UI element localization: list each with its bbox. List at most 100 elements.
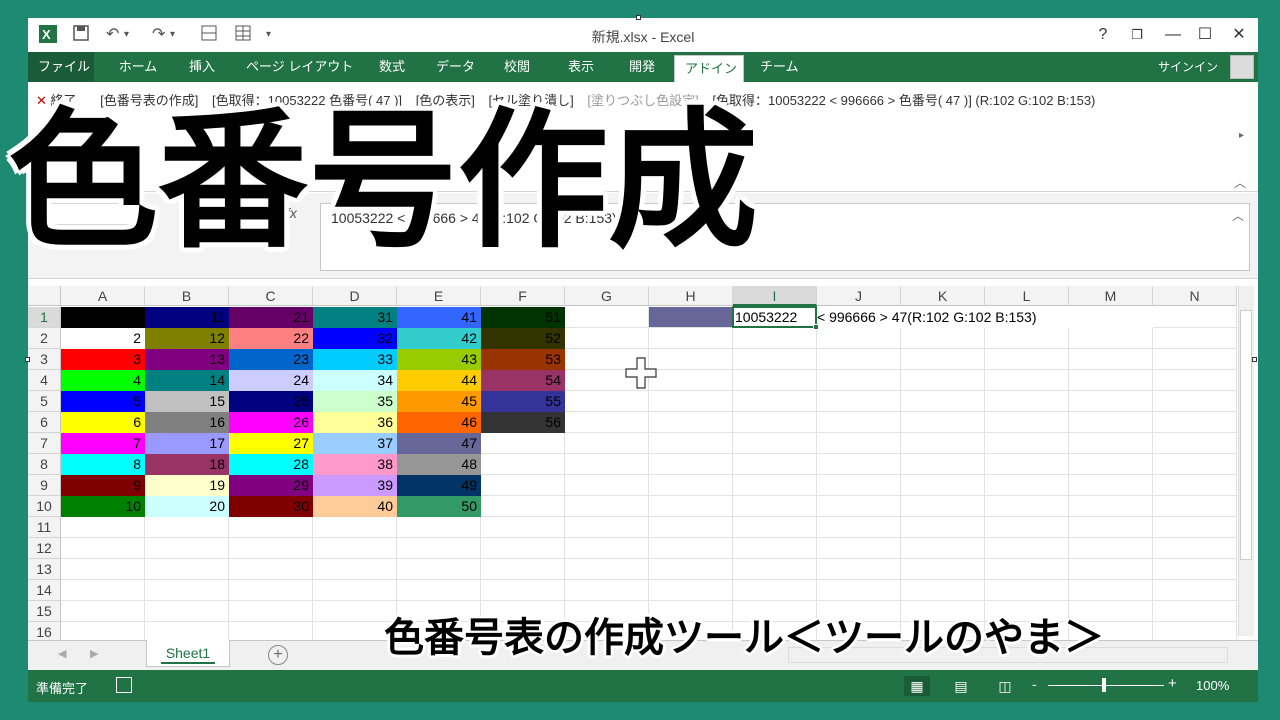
grid-cell[interactable] xyxy=(1153,433,1237,454)
grid-cell[interactable] xyxy=(985,328,1069,349)
color-cell[interactable]: 5 xyxy=(61,391,145,412)
grid-cell[interactable] xyxy=(817,391,901,412)
grid-cell[interactable] xyxy=(565,433,649,454)
grid-cell[interactable] xyxy=(901,580,985,601)
grid-cell[interactable] xyxy=(565,559,649,580)
color-cell[interactable]: 38 xyxy=(313,454,397,475)
grid-cell[interactable] xyxy=(565,496,649,517)
grid-cell[interactable] xyxy=(733,412,817,433)
grid-cell[interactable] xyxy=(985,475,1069,496)
grid-cell[interactable] xyxy=(817,475,901,496)
grid-cell[interactable] xyxy=(733,349,817,370)
color-cell[interactable]: 11 xyxy=(145,307,229,328)
tab-1[interactable]: ホーム xyxy=(108,52,168,82)
grid-cell[interactable] xyxy=(649,412,733,433)
grid-cell[interactable] xyxy=(901,454,985,475)
grid-cell[interactable] xyxy=(733,454,817,475)
grid-cell[interactable] xyxy=(61,559,145,580)
color-cell[interactable]: 42 xyxy=(397,328,481,349)
row-header[interactable]: 10 xyxy=(28,496,61,517)
grid-cell[interactable] xyxy=(1153,517,1237,538)
grid-cell[interactable] xyxy=(817,412,901,433)
row-header[interactable]: 11 xyxy=(28,517,61,538)
grid-cell[interactable] xyxy=(985,454,1069,475)
zoom-slider[interactable] xyxy=(1048,685,1164,686)
color-cell[interactable]: 7 xyxy=(61,433,145,454)
color-cell[interactable]: 30 xyxy=(229,496,313,517)
grid-cell[interactable] xyxy=(481,496,565,517)
grid-cell[interactable] xyxy=(1069,454,1153,475)
fill-handle[interactable] xyxy=(813,324,819,330)
row-header[interactable]: 1 xyxy=(28,307,61,328)
grid-cell[interactable] xyxy=(733,475,817,496)
grid-cell[interactable] xyxy=(985,538,1069,559)
addin-item[interactable]: [色取得：10053222 < 996666 > 色番号( 47 )] (R:1… xyxy=(712,93,1095,108)
grid-cell[interactable] xyxy=(145,517,229,538)
grid-cell[interactable] xyxy=(229,622,313,640)
grid-cell[interactable] xyxy=(1153,454,1237,475)
grid-cell[interactable] xyxy=(1153,370,1237,391)
grid-cell[interactable] xyxy=(901,559,985,580)
color-cell[interactable]: 14 xyxy=(145,370,229,391)
grid-cell[interactable] xyxy=(733,580,817,601)
grid-cell[interactable] xyxy=(649,370,733,391)
grid-cell[interactable] xyxy=(1153,307,1237,328)
zoom-out-button[interactable]: - xyxy=(1032,676,1037,692)
grid-cell[interactable] xyxy=(1069,580,1153,601)
color-cell[interactable]: 25 xyxy=(229,391,313,412)
grid-cell[interactable] xyxy=(733,328,817,349)
grid-cell[interactable] xyxy=(481,454,565,475)
tab-8[interactable]: 開発 xyxy=(616,52,668,82)
collapse-ribbon-icon[interactable]: ︿ xyxy=(1234,174,1246,191)
grid-cell[interactable] xyxy=(565,475,649,496)
row-header[interactable]: 4 xyxy=(28,370,61,391)
grid-cell[interactable] xyxy=(229,580,313,601)
grid-cell[interactable] xyxy=(649,433,733,454)
grid-cell[interactable] xyxy=(649,475,733,496)
grid-cell[interactable] xyxy=(1069,391,1153,412)
grid-cell[interactable] xyxy=(817,349,901,370)
color-cell[interactable]: 20 xyxy=(145,496,229,517)
sheet-next-icon[interactable]: ▶ xyxy=(90,647,98,660)
grid-cell[interactable] xyxy=(733,370,817,391)
grid-cell[interactable] xyxy=(901,538,985,559)
grid-cell[interactable] xyxy=(1069,370,1153,391)
row-header[interactable]: 16 xyxy=(28,622,61,640)
color-cell[interactable]: 24 xyxy=(229,370,313,391)
vertical-scroll-thumb[interactable] xyxy=(1240,310,1252,560)
color-cell[interactable]: 28 xyxy=(229,454,313,475)
redo-dropdown-icon[interactable]: ▾ xyxy=(170,24,175,46)
grid-cell[interactable] xyxy=(313,517,397,538)
tab-5[interactable]: データ xyxy=(426,52,482,82)
grid-cell[interactable] xyxy=(649,454,733,475)
grid-cell[interactable] xyxy=(1153,328,1237,349)
color-cell[interactable]: 49 xyxy=(397,475,481,496)
page-break-view-icon[interactable]: ◫ xyxy=(992,676,1018,696)
column-header[interactable]: N xyxy=(1153,286,1237,306)
grid-cell[interactable] xyxy=(901,496,985,517)
grid-cell[interactable] xyxy=(397,580,481,601)
sheet-tab[interactable]: Sheet1 xyxy=(146,640,230,667)
help-button[interactable]: ? xyxy=(1088,24,1118,46)
grid-cell[interactable] xyxy=(817,328,901,349)
grid-cell[interactable] xyxy=(1069,538,1153,559)
grid-cell[interactable] xyxy=(313,580,397,601)
grid-cell[interactable] xyxy=(481,475,565,496)
tab-2[interactable]: 挿入 xyxy=(174,52,230,82)
grid-cell[interactable] xyxy=(817,517,901,538)
worksheet-grid[interactable]: ABCDEFGHIJKLMN 1 2 3 4 5 6 7 8 9 10 11 12 13 14 15 16 1… xyxy=(28,280,1258,640)
grid-cell[interactable] xyxy=(1153,496,1237,517)
tab-0[interactable]: ファイル xyxy=(28,52,94,82)
color-cell[interactable]: 15 xyxy=(145,391,229,412)
grid-cell[interactable] xyxy=(985,412,1069,433)
row-header[interactable]: 12 xyxy=(28,538,61,559)
grid-cell[interactable] xyxy=(649,538,733,559)
column-header[interactable]: F xyxy=(481,286,565,306)
grid-cell[interactable] xyxy=(61,601,145,622)
grid-cell[interactable] xyxy=(229,559,313,580)
color-cell[interactable]: 35 xyxy=(313,391,397,412)
grid-cell[interactable] xyxy=(1069,433,1153,454)
column-header[interactable]: A xyxy=(61,286,145,306)
color-cell[interactable]: 53 xyxy=(481,349,565,370)
grid-cell[interactable] xyxy=(1153,622,1237,640)
